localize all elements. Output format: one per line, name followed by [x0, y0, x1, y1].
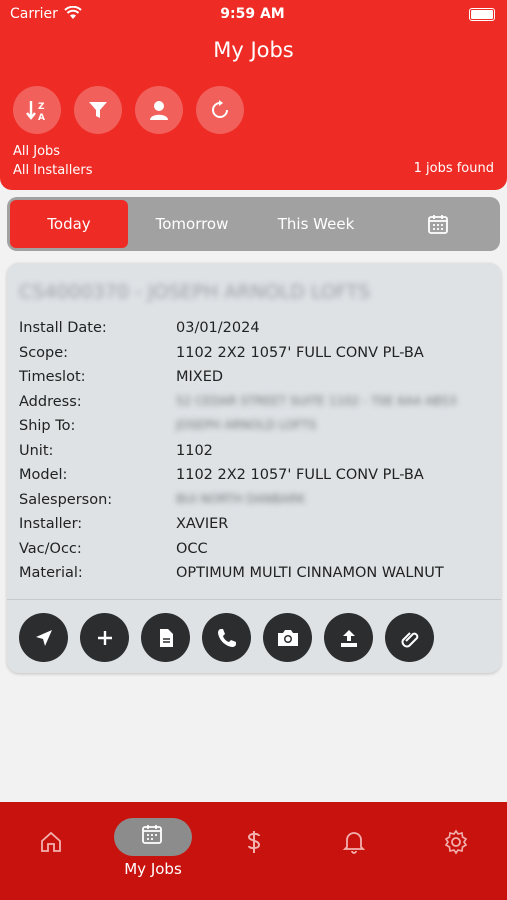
detail-row: Timeslot: MIXED	[19, 366, 489, 391]
sort-az-icon[interactable]: ZA	[13, 86, 61, 134]
detail-row: Install Date: 03/01/2024	[19, 317, 489, 342]
detail-value: 1102 2X2 1057' FULL CONV PL-BA	[176, 467, 424, 483]
tab-bar	[0, 802, 507, 900]
tab-settings[interactable]	[418, 818, 494, 870]
status-bar: Carrier 9:59 AM	[10, 5, 495, 24]
detail-value: XAVIER	[176, 516, 229, 532]
battery-icon	[469, 8, 495, 21]
attachment-icon[interactable]	[385, 613, 434, 662]
add-icon[interactable]	[80, 613, 129, 662]
gear-icon	[443, 829, 469, 859]
tab-today[interactable]: Today	[10, 200, 128, 248]
detail-label: Install Date:	[19, 320, 107, 336]
dollar-icon	[241, 829, 267, 859]
detail-row: Unit: 1102	[19, 440, 489, 465]
filter-jobs-label: All Jobs	[13, 144, 61, 159]
detail-value: 1102 2X2 1057' FULL CONV PL-BA	[176, 344, 424, 361]
header-actions: ZA	[13, 86, 244, 134]
detail-value: BUI NORTH DANBARK	[176, 491, 306, 506]
detail-row: Material: OPTIMUM MULTI CINNAMON WALNUT	[19, 562, 489, 587]
detail-row: Installer: XAVIER	[19, 513, 489, 538]
detail-label: Model:	[19, 467, 68, 483]
refresh-icon[interactable]	[196, 86, 244, 134]
svg-text:A: A	[38, 113, 45, 123]
detail-label: Installer:	[19, 516, 83, 532]
tab-home[interactable]	[13, 818, 89, 870]
phone-icon[interactable]	[202, 613, 251, 662]
bell-icon	[341, 829, 367, 859]
calendar-icon	[140, 822, 164, 850]
job-details: Install Date: 03/01/2024 Scope: 1102 2X2 1…	[19, 317, 489, 587]
job-title: CS4000370 - JOSEPH ARNOLD LOFTS	[19, 281, 371, 303]
detail-row: Ship To: JOSEPH ARNOLD LOFTS	[19, 415, 489, 440]
header: Carrier 9:59 AM My Jobs ZA All Jobs All …	[0, 0, 507, 190]
detail-label: Scope:	[19, 344, 69, 361]
detail-row: Scope: 1102 2X2 1057' FULL CONV PL-BA	[19, 342, 489, 367]
filter-installers-label: All Installers	[13, 163, 93, 178]
home-icon	[38, 829, 64, 859]
page-title: My Jobs	[213, 38, 294, 62]
user-icon[interactable]	[135, 86, 183, 134]
tab-my-jobs-label: My Jobs	[124, 860, 182, 878]
tab-earnings[interactable]	[216, 818, 292, 870]
detail-row: Address: 52 CEDAR STREET SUITE 1102 - T0E…	[19, 391, 489, 416]
detail-label: Timeslot:	[19, 369, 86, 385]
detail-label: Salesperson:	[19, 491, 113, 508]
detail-label: Material:	[19, 565, 83, 581]
job-actions	[19, 613, 434, 662]
svg-text:Z: Z	[38, 102, 45, 112]
calendar-icon[interactable]	[379, 200, 497, 248]
detail-row: Model: 1102 2X2 1057' FULL CONV PL-BA	[19, 464, 489, 489]
jobs-found-count: 1 jobs found	[413, 161, 494, 176]
header-filters: All Jobs All Installers	[13, 142, 93, 180]
camera-icon[interactable]	[263, 613, 312, 662]
status-time: 9:59 AM	[220, 6, 285, 22]
tab-notifications[interactable]	[316, 818, 392, 870]
detail-label: Vac/Occ:	[19, 540, 82, 557]
card-divider	[7, 599, 501, 600]
filter-icon[interactable]	[74, 86, 122, 134]
detail-value: 1102	[176, 442, 213, 459]
date-tabs: Today Tomorrow This Week	[7, 197, 500, 251]
tab-this-week[interactable]: This Week	[257, 200, 375, 248]
detail-value: JOSEPH ARNOLD LOFTS	[176, 418, 317, 432]
detail-value: 03/01/2024	[176, 320, 260, 336]
document-icon[interactable]	[141, 613, 190, 662]
detail-value: MIXED	[176, 369, 224, 385]
detail-row: Salesperson: BUI NORTH DANBARK	[19, 489, 489, 514]
detail-row: Vac/Occ: OCC	[19, 538, 489, 563]
job-card[interactable]: CS4000370 - JOSEPH ARNOLD LOFTS Install …	[7, 263, 501, 673]
detail-label: Address:	[19, 393, 82, 410]
upload-icon[interactable]	[324, 613, 373, 662]
tab-tomorrow[interactable]: Tomorrow	[133, 200, 251, 248]
detail-value: OPTIMUM MULTI CINNAMON WALNUT	[176, 565, 444, 581]
detail-label: Ship To:	[19, 418, 76, 434]
detail-value: 52 CEDAR STREET SUITE 1102 - T0E 6A4 AB5…	[176, 393, 457, 408]
detail-label: Unit:	[19, 442, 54, 459]
navigate-icon[interactable]	[19, 613, 68, 662]
detail-value: OCC	[176, 540, 208, 557]
